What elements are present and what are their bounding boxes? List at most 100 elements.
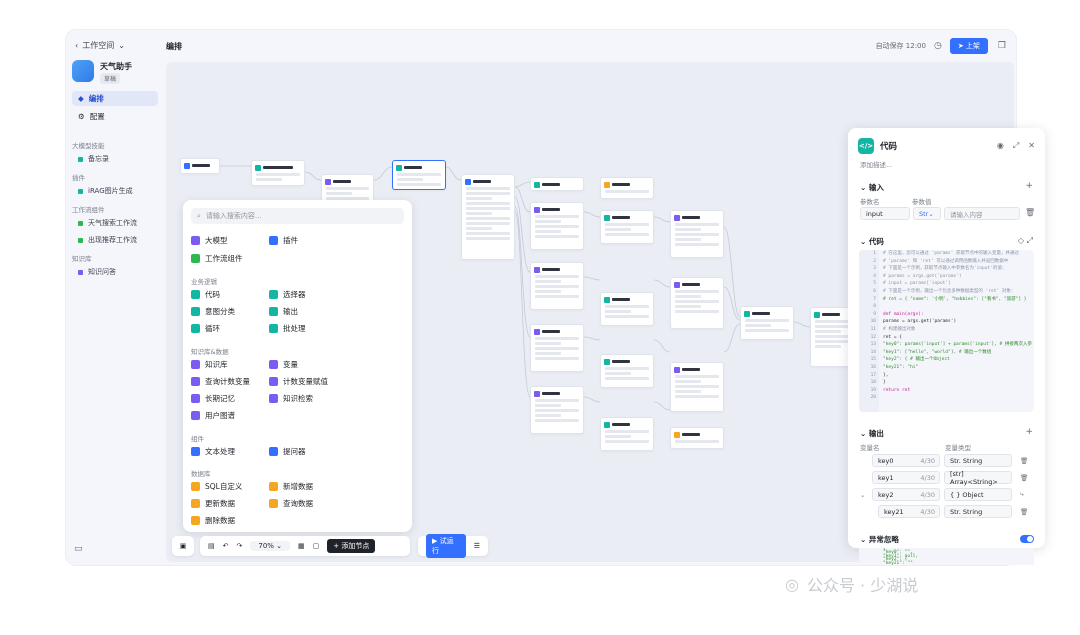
menu-item[interactable]: 提问器 (269, 446, 306, 457)
zoom-select[interactable]: 70% ⌄ (250, 541, 291, 551)
add-node-button[interactable]: + 添加节点 (327, 539, 376, 553)
output-name-field[interactable]: key0 4/30 (872, 454, 940, 467)
add-input-icon[interactable]: + (1025, 181, 1033, 191)
workflow-node[interactable] (600, 417, 654, 451)
workflow-node[interactable] (600, 354, 654, 388)
workflow-node[interactable] (251, 160, 305, 186)
workflow-node[interactable] (321, 174, 374, 202)
redo-icon[interactable]: ↷ (237, 542, 243, 550)
menu-item-workflow[interactable]: 工作流组件 (191, 253, 243, 264)
close-icon[interactable]: ✕ (1028, 141, 1035, 151)
collapse-sidebar-icon[interactable]: ▭ (74, 544, 83, 554)
menu-item[interactable]: 意图分类 (191, 306, 235, 317)
sidebar-item[interactable]: 天气搜索工作流 (78, 218, 137, 228)
history-icon[interactable]: ◷ (934, 41, 942, 51)
workflow-node[interactable] (530, 177, 584, 191)
delete-icon[interactable]: 🗑 (1020, 474, 1028, 482)
sidebar-item[interactable]: 备忘录 (78, 154, 109, 164)
output-type-select[interactable]: Str. String (944, 505, 1012, 518)
menu-item[interactable]: 知识库 (191, 359, 228, 370)
menu-item-llm[interactable]: 大模型 (191, 235, 228, 246)
menu-item[interactable]: 新增数据 (269, 481, 313, 492)
note-button[interactable]: ▣ (172, 536, 194, 556)
output-type-select[interactable]: Str. String (944, 454, 1012, 467)
run-node-icon[interactable]: ◉ (997, 141, 1004, 151)
workflow-node[interactable] (530, 324, 584, 372)
workflow-node-selected[interactable] (392, 160, 446, 190)
output-name-field[interactable]: key21 4/30 (878, 505, 940, 518)
line-number: 8 (873, 304, 876, 310)
workflow-node[interactable] (530, 202, 584, 250)
menu-item[interactable]: 长期记忆 (191, 393, 235, 404)
workflow-node[interactable] (461, 174, 515, 260)
menu-item[interactable]: 输出 (269, 306, 298, 317)
menu-item[interactable]: 查询数据 (269, 498, 313, 509)
workflow-node[interactable] (530, 262, 584, 310)
sidebar-item[interactable]: 出现推荐工作流 (78, 235, 137, 245)
menu-item[interactable]: 变量 (269, 359, 298, 370)
delete-icon[interactable]: 🗑 (1025, 208, 1035, 217)
output-type-select[interactable]: [str] Array<String> (944, 470, 1012, 486)
expand-chevron-icon[interactable]: ⌄ (860, 491, 865, 499)
panel-description[interactable]: 添加描述... (860, 159, 892, 169)
workflow-node[interactable] (530, 386, 584, 434)
input-value-field[interactable]: 请输入内容 (944, 207, 1020, 220)
output-name-field[interactable]: key2 4/30 (872, 488, 940, 501)
workflow-node[interactable] (600, 292, 654, 326)
workflow-node[interactable] (670, 362, 724, 412)
workflow-node[interactable] (740, 306, 794, 340)
layout-icon[interactable]: ▦ (298, 542, 305, 550)
menu-item[interactable]: 代码 (191, 289, 220, 300)
add-output-icon[interactable]: + (1025, 427, 1033, 437)
code-line: # 'params' 和 'ret' 可以通过调用函数输入并返回数据中 (883, 258, 1009, 264)
comment-icon[interactable]: ▢ (313, 542, 320, 550)
publish-button[interactable]: ➤ 上架 (949, 38, 988, 54)
output-name-field[interactable]: key1 4/30 (872, 471, 940, 484)
menu-item-plugin[interactable]: 插件 (269, 235, 298, 246)
code-content: # 在这里，您可以通过 'params' 获取节点中的输入变量，并通过 # 'pa… (883, 250, 1032, 402)
exception-editor[interactable]: { "key0": "", "key1": null, "key2": { "k… (859, 548, 1034, 565)
code-editor[interactable]: 1 2 3 4 5 6 7 8 9 10 11 12 13 14 15 16 17 18 19 20 # 在这里，您可… (859, 250, 1034, 412)
workflow-node[interactable] (670, 427, 724, 449)
code-toolbar: ◇ ⤢ (1018, 236, 1033, 246)
workflow-node[interactable] (600, 210, 654, 244)
menu-item[interactable]: 更新数据 (191, 498, 235, 509)
workflow-node[interactable] (670, 277, 724, 329)
menu-item[interactable]: 知识检索 (269, 393, 313, 404)
delete-icon[interactable]: 🗑 (1020, 457, 1028, 465)
menu-item[interactable]: 选择器 (269, 289, 306, 300)
sidebar-item[interactable]: iRAG图片生成 (78, 186, 133, 196)
nav-item-config[interactable]: ⚙ 配置 (72, 109, 158, 124)
workflow-node[interactable] (670, 210, 724, 258)
menu-item[interactable]: 计数变量赋值 (269, 376, 328, 387)
workflow-node[interactable] (600, 177, 654, 199)
line-number: 16 (870, 364, 876, 370)
menu-item[interactable]: 循环 (191, 323, 220, 334)
back-button[interactable]: ‹ 工作空间 ⌄ (75, 40, 125, 51)
input-name-field[interactable]: input (860, 207, 910, 220)
menu-item[interactable]: 删除数据 (191, 515, 235, 526)
list-icon[interactable]: ☰ (474, 542, 480, 550)
menu-item[interactable]: 用户图谱 (191, 410, 235, 421)
menu-item[interactable]: SQL自定义 (191, 481, 242, 492)
exception-toggle[interactable] (1020, 535, 1034, 543)
test-run-button[interactable]: ▶ 试运行 (426, 534, 466, 558)
workflow-node[interactable] (180, 158, 220, 174)
minimap-icon[interactable]: ▤ (208, 542, 215, 550)
menu-search-input[interactable]: ⌕ 请输入搜索内容... (191, 208, 404, 224)
fullscreen-icon[interactable]: ⤢ (1027, 236, 1033, 245)
menu-item[interactable]: 查询计数变量 (191, 376, 250, 387)
line-number: 4 (873, 273, 876, 279)
menu-item[interactable]: 批处理 (269, 323, 306, 334)
input-type-select[interactable]: Str ⌄ (913, 207, 941, 220)
nav-item-orchestration[interactable]: ◆ 编排 (72, 91, 158, 106)
output-type-select[interactable]: { } Object (944, 488, 1012, 501)
add-child-icon[interactable]: ⤷ (1020, 490, 1024, 499)
menu-item[interactable]: 文本处理 (191, 446, 235, 457)
undo-icon[interactable]: ↶ (223, 542, 229, 550)
delete-icon[interactable]: 🗑 (1020, 508, 1028, 516)
copy-icon[interactable]: ❐ (998, 41, 1006, 51)
sidebar-item[interactable]: 知识问答 (78, 267, 116, 277)
ai-icon[interactable]: ◇ (1018, 236, 1024, 245)
expand-icon[interactable]: ⤢ (1013, 141, 1019, 151)
